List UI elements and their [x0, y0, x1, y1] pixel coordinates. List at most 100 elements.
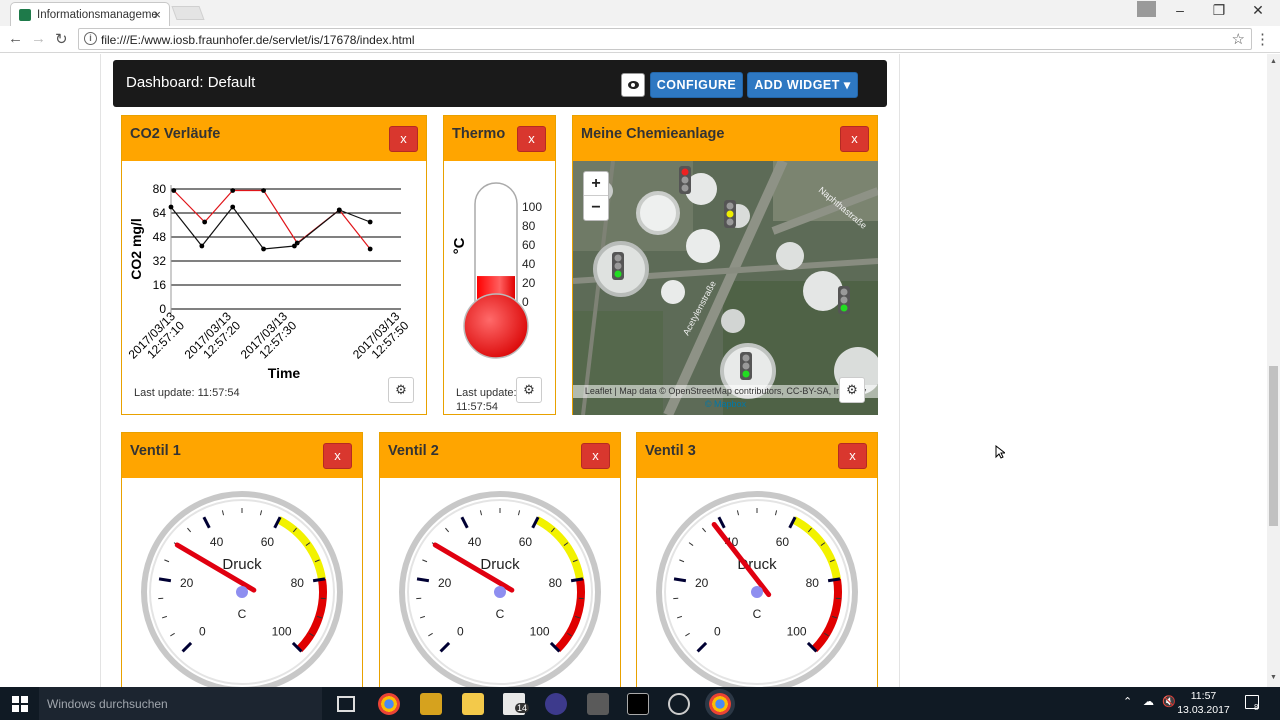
- app-u-icon[interactable]: [420, 693, 442, 715]
- scrollbar[interactable]: ▲ ▼: [1267, 54, 1280, 687]
- restore-button[interactable]: ❐: [1199, 2, 1239, 22]
- close-window-button[interactable]: ✕: [1238, 2, 1278, 22]
- url-text: file:///E:/www.iosb.fraunhofer.de/servle…: [101, 33, 415, 47]
- traffic-light-yellow-icon[interactable]: [723, 199, 737, 229]
- close-widget-button[interactable]: x: [581, 443, 610, 469]
- thermometer: °C 100 80 60 40 20 0: [451, 182, 542, 359]
- ventil-3-widget: Ventil 3 x 0 20 40 60 80 100 Druck C: [636, 432, 878, 702]
- ventil-2-widget: Ventil 2 x 0 20 40 60 80 100 Druck C: [379, 432, 621, 702]
- series-line: [173, 189, 371, 250]
- thermo-tick: 60: [522, 238, 536, 252]
- map-view[interactable]: Naphthastraße Acetylenstraße + − Leaflet…: [573, 161, 878, 415]
- volume-icon[interactable]: 🔇: [1162, 695, 1176, 708]
- attribution-mapbox-link[interactable]: © Mapbox: [573, 398, 878, 411]
- dashboard-title: Dashboard: Default: [126, 74, 256, 91]
- bookmark-star-icon[interactable]: ☆: [1232, 30, 1245, 48]
- file-explorer-icon[interactable]: [462, 693, 484, 715]
- gauge-tick-label: 40: [468, 535, 482, 549]
- close-widget-button[interactable]: x: [323, 443, 352, 469]
- gauge-tick: [158, 577, 172, 583]
- data-point: [171, 188, 177, 193]
- data-point: [292, 243, 297, 249]
- close-widget-button[interactable]: x: [389, 126, 418, 152]
- eye-icon: [628, 81, 639, 89]
- attribution-line[interactable]: Leaflet | Map data © OpenStreetMap contr…: [573, 385, 878, 398]
- browser-tab[interactable]: Informationsmanageme ×: [10, 2, 170, 26]
- gear-icon: ⚙: [523, 382, 535, 397]
- eclipse-icon[interactable]: [545, 693, 567, 715]
- widget-header: CO2 Verläufe x: [122, 116, 426, 161]
- add-widget-button[interactable]: ADD WIDGET ▾: [747, 72, 858, 98]
- minimize-button[interactable]: –: [1160, 2, 1200, 22]
- gauge-tick-label: 60: [519, 535, 533, 549]
- clock[interactable]: 11:57 13.03.2017: [1176, 689, 1231, 717]
- forward-icon[interactable]: →: [31, 30, 46, 47]
- terminal-icon[interactable]: [627, 693, 649, 715]
- task-view-icon[interactable]: [337, 696, 355, 712]
- gauge-label: Druck: [222, 556, 262, 573]
- chrome-icon[interactable]: [378, 693, 400, 715]
- widget-title: Thermo: [452, 126, 506, 142]
- gauge-unit: C: [496, 607, 505, 621]
- traffic-light-green-icon[interactable]: [739, 351, 753, 381]
- widget-settings-button[interactable]: ⚙: [516, 377, 542, 403]
- y-tick-label: 16: [153, 278, 167, 292]
- x-tick-label: 2017/03/1312:57:30: [238, 309, 300, 371]
- thermo-tick: 100: [522, 200, 542, 214]
- new-tab-button[interactable]: [171, 6, 205, 20]
- preview-button[interactable]: [621, 73, 645, 97]
- info-icon[interactable]: i: [84, 32, 97, 45]
- url-field[interactable]: i file:///E:/www.iosb.fraunhofer.de/serv…: [78, 28, 1252, 50]
- taskbar-search-field[interactable]: Windows durchsuchen: [39, 687, 322, 720]
- x-tick-label: 2017/03/1312:57:10: [126, 309, 188, 371]
- menu-icon[interactable]: ⋮: [1255, 30, 1270, 48]
- reload-icon[interactable]: ↻: [55, 30, 68, 48]
- notification-count: 8: [1254, 703, 1259, 712]
- gauge-hub: [751, 586, 763, 598]
- zoom-in-button[interactable]: +: [584, 172, 608, 196]
- gauge-tick-label: 60: [776, 535, 790, 549]
- traffic-light-red-icon[interactable]: [678, 165, 692, 195]
- gauge-tick-label: 100: [530, 625, 550, 639]
- gauge-tick: [570, 577, 584, 583]
- thermo-tick: 80: [522, 219, 536, 233]
- configure-button[interactable]: CONFIGURE: [650, 72, 743, 98]
- gauge-tick: [416, 577, 430, 583]
- gauge-tick-label: 0: [714, 625, 721, 639]
- widget-settings-button[interactable]: ⚙: [388, 377, 414, 403]
- zoom-out-button[interactable]: −: [584, 196, 608, 220]
- close-widget-button[interactable]: x: [838, 443, 867, 469]
- network-icon[interactable]: ☁: [1143, 695, 1154, 708]
- notifications-icon[interactable]: 8: [1245, 695, 1259, 712]
- gauge-tick-label: 20: [180, 576, 194, 590]
- gauge-tick-label: 40: [210, 535, 224, 549]
- data-point: [230, 204, 236, 210]
- address-bar: ← → ↻ i file:///E:/www.iosb.fraunhofer.d…: [0, 26, 1280, 53]
- data-point: [199, 243, 205, 249]
- widget-settings-button[interactable]: ⚙: [839, 377, 865, 403]
- app-icon[interactable]: [587, 693, 609, 715]
- user-icon[interactable]: [1137, 1, 1156, 17]
- tab-close-icon[interactable]: ×: [153, 7, 161, 22]
- windows-start-icon[interactable]: [12, 696, 28, 712]
- close-widget-button[interactable]: x: [840, 126, 869, 152]
- scroll-up-icon[interactable]: ▲: [1270, 58, 1277, 65]
- chrome-active-icon[interactable]: [709, 693, 731, 715]
- mail-icon[interactable]: 14: [503, 693, 530, 715]
- last-update-text: Last update: 11:57:54: [134, 387, 240, 399]
- traffic-light-green-icon[interactable]: [611, 251, 625, 281]
- back-icon[interactable]: ←: [8, 30, 23, 47]
- data-point: [168, 204, 174, 210]
- app-circle-icon[interactable]: [668, 693, 690, 715]
- scroll-down-icon[interactable]: ▼: [1270, 674, 1277, 681]
- gauge-tick-label: 80: [291, 576, 305, 590]
- traffic-light-green-icon[interactable]: [837, 285, 851, 315]
- data-point: [261, 246, 266, 252]
- close-widget-button[interactable]: x: [517, 126, 546, 152]
- data-point: [202, 219, 208, 225]
- x-axis-title: Time: [268, 365, 301, 381]
- scroll-thumb[interactable]: [1269, 366, 1278, 526]
- map-attribution: Leaflet | Map data © OpenStreetMap contr…: [573, 385, 878, 411]
- co2-line-chart: 806448321602017/03/1312:57:102017/03/131…: [126, 182, 412, 381]
- tray-chevron-icon[interactable]: ⌃: [1123, 695, 1132, 708]
